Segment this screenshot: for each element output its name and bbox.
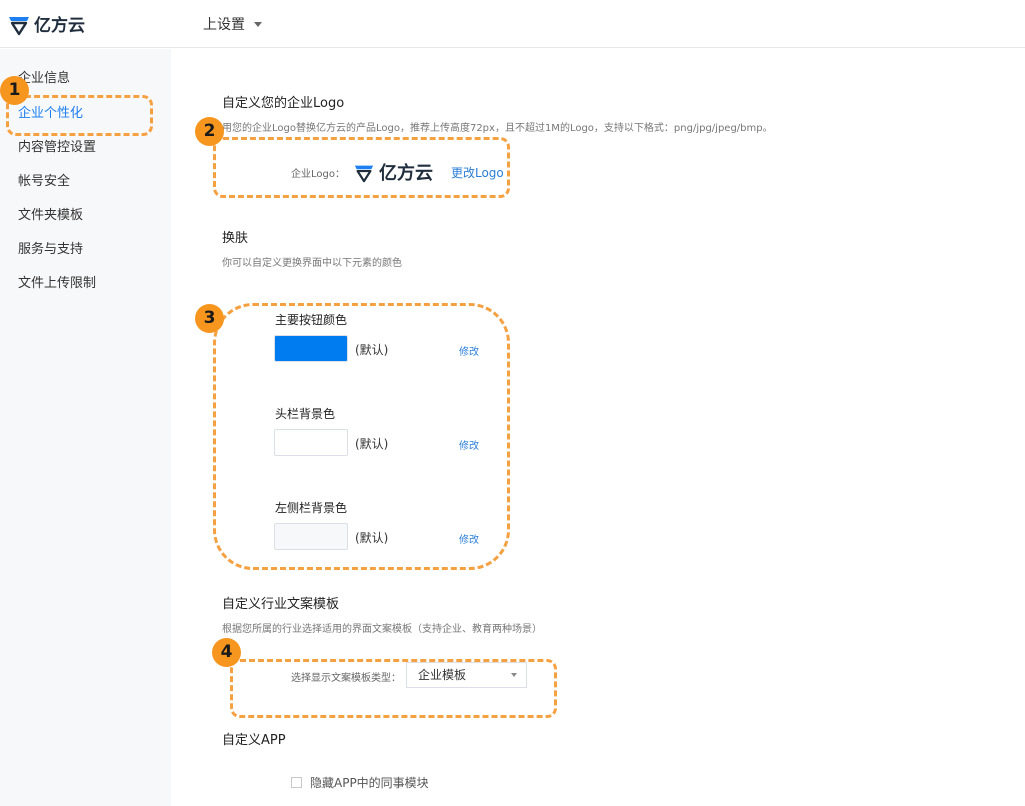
app-section-title: 自定义APP <box>222 733 286 748</box>
app-logo[interactable]: 亿方云 <box>7 11 85 36</box>
top-bar: 亿方云 上设置 <box>0 0 1025 48</box>
logo-section-desc: 用您的企业Logo替换亿方云的产品Logo，推荐上传高度72px，且不超过1M的… <box>222 123 773 134</box>
sidebar-item-label: 内容管控设置 <box>18 140 97 155</box>
annotation-badge-3: 3 <box>195 304 224 333</box>
template-section-desc: 根据您所属的行业选择适用的界面文案模板（支持企业、教育两种场景） <box>222 624 542 635</box>
logo-text: 亿方云 <box>34 16 85 36</box>
sidebar-item-service-support[interactable]: 服务与支持 <box>0 233 171 267</box>
settings-menu-label: 上设置 <box>203 17 245 33</box>
logo-section-title: 自定义您的企业Logo <box>222 96 345 111</box>
chevron-down-icon <box>254 21 262 27</box>
settings-menu[interactable]: 上设置 <box>203 14 262 34</box>
template-section-title: 自定义行业文案模板 <box>222 597 340 612</box>
hide-colleague-module-row: 隐藏APP中的同事模块 <box>291 774 429 791</box>
annotation-badge-2: 2 <box>195 117 224 146</box>
sidebar-item-upload-limit[interactable]: 文件上传限制 <box>0 267 171 301</box>
sidebar-item-label: 服务与支持 <box>18 242 84 257</box>
annotation-box-3 <box>213 303 510 570</box>
sidebar-item-label: 帐号安全 <box>18 174 71 189</box>
sidebar-item-folder-template[interactable]: 文件夹模板 <box>0 199 171 233</box>
cloud-logo-icon <box>9 16 29 35</box>
annotation-box-1 <box>6 95 153 136</box>
skin-section-title: 换肤 <box>222 231 249 246</box>
sidebar-item-label: 文件上传限制 <box>18 276 97 291</box>
sidebar-item-label: 文件夹模板 <box>18 208 84 223</box>
hide-colleague-module-label: 隐藏APP中的同事模块 <box>310 776 429 790</box>
hide-colleague-module-checkbox[interactable] <box>291 777 302 788</box>
annotation-badge-1: 1 <box>0 76 29 105</box>
sidebar: 企业信息 企业个性化 内容管控设置 帐号安全 文件夹模板 服务与支持 文件上传限… <box>0 49 171 806</box>
skin-section-desc: 你可以自定义更换界面中以下元素的颜色 <box>222 258 402 269</box>
sidebar-item-content-control[interactable]: 内容管控设置 <box>0 131 171 165</box>
annotation-box-4 <box>230 659 557 718</box>
annotation-box-2 <box>213 137 510 198</box>
sidebar-item-account-security[interactable]: 帐号安全 <box>0 165 171 199</box>
annotation-badge-4: 4 <box>212 638 241 667</box>
